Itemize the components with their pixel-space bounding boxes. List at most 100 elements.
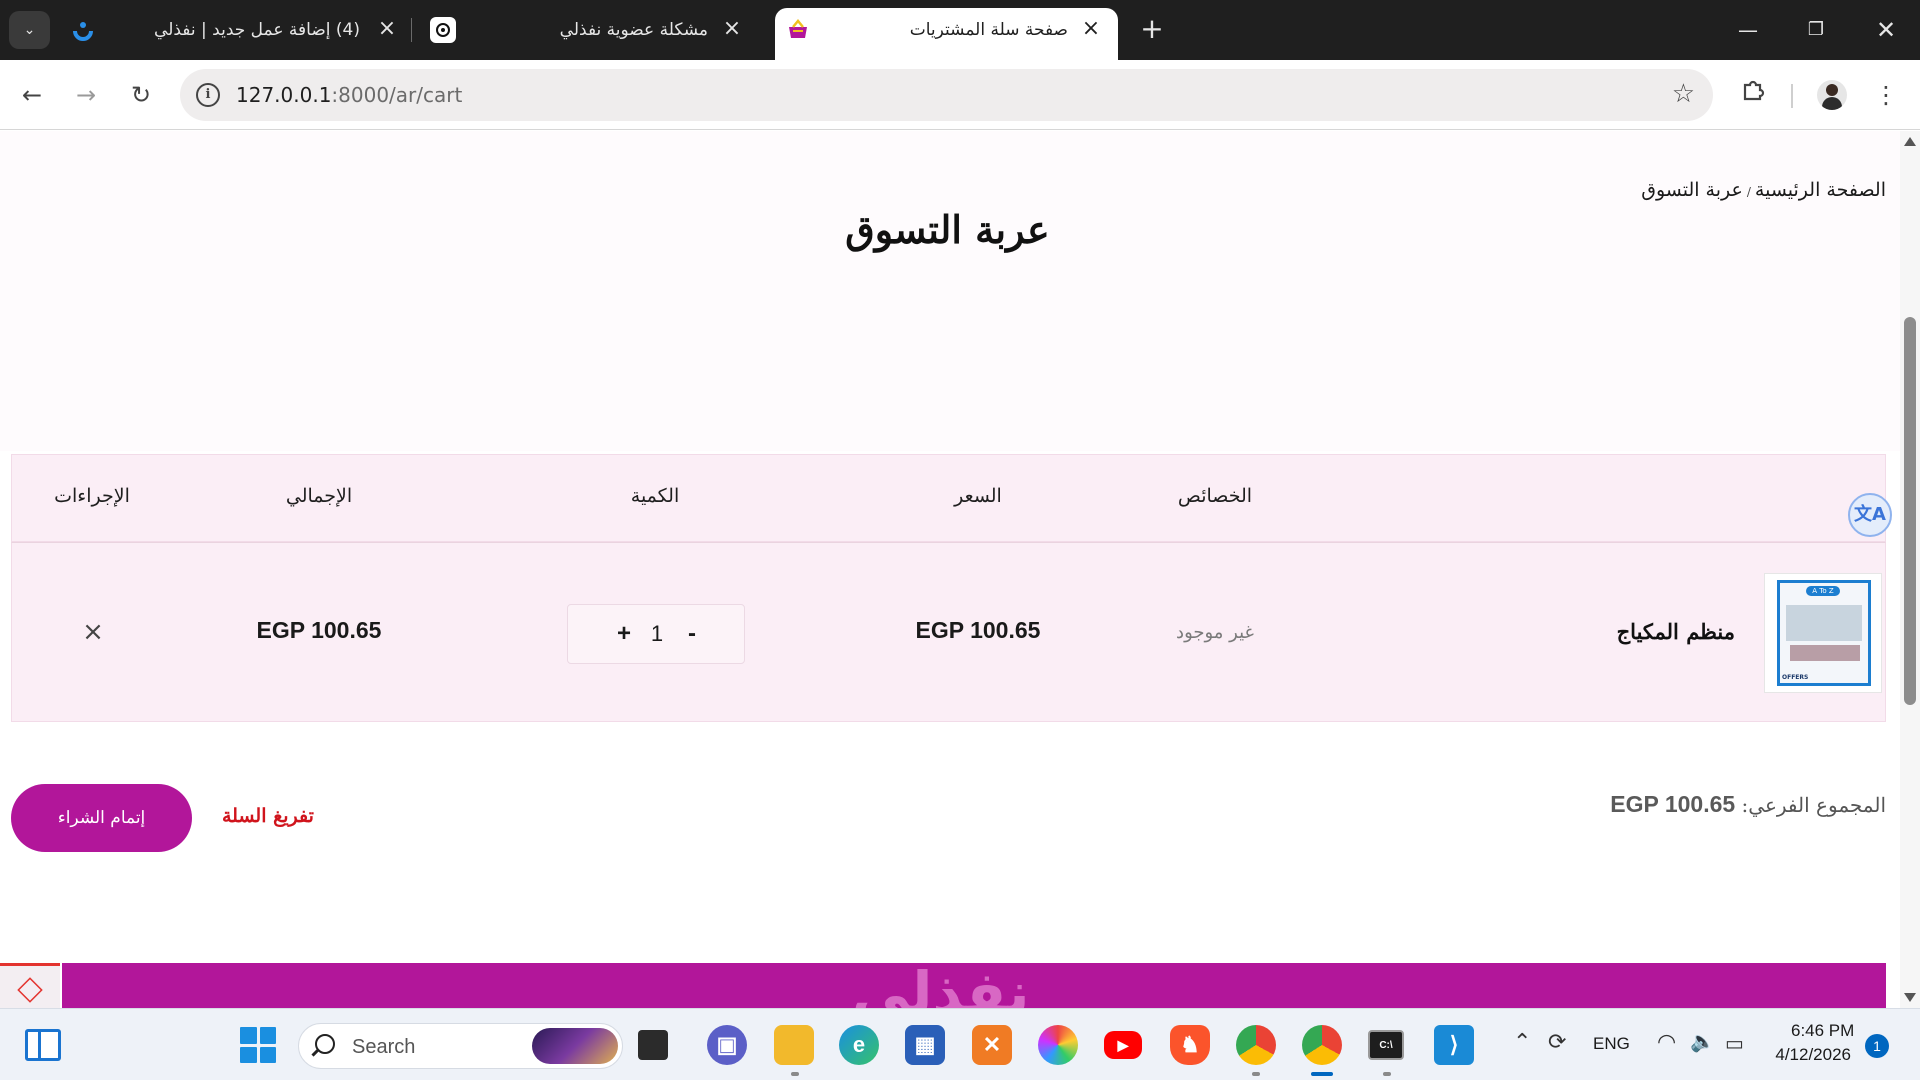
language-indicator[interactable]: ENG	[1593, 1034, 1630, 1054]
chevron-down-icon: ⌄	[23, 22, 36, 38]
taskbar-search[interactable]: Search	[298, 1023, 623, 1069]
image-offers-text: OFFERS	[1782, 674, 1809, 681]
running-indicator	[1252, 1072, 1260, 1076]
increase-quantity-button[interactable]: +	[610, 619, 638, 649]
xampp-icon[interactable]: ✕	[972, 1025, 1012, 1065]
browser-toolbar: ← → ↻ i 127.0.0.1:8000/ar/cart ☆ ⋮	[0, 60, 1920, 130]
reload-button[interactable]: ↻	[123, 77, 159, 113]
file-explorer-icon[interactable]	[774, 1025, 814, 1065]
battery-icon[interactable]: ▭	[1725, 1031, 1744, 1056]
close-window-button[interactable]: ✕	[1866, 12, 1906, 48]
tab-title: صفحة سلة المشتريات	[909, 20, 1068, 40]
scrollbar-thumb[interactable]	[1904, 317, 1916, 705]
remove-item-icon[interactable]: ×	[78, 617, 108, 647]
clear-cart-button[interactable]: تفريغ السلة	[222, 805, 314, 827]
sync-icon[interactable]: ⟳	[1548, 1029, 1566, 1055]
page-scrollbar[interactable]	[1900, 131, 1920, 1008]
translate-icon[interactable]: 文A	[1848, 493, 1892, 537]
minimize-button[interactable]: —	[1728, 12, 1768, 48]
header-price: السعر	[954, 485, 1002, 507]
ms-store-icon[interactable]: ▦	[905, 1025, 945, 1065]
profile-avatar[interactable]	[1817, 80, 1847, 110]
subtotal-label: المجموع الفرعي:	[1741, 793, 1886, 817]
tab-close-icon[interactable]: ×	[374, 16, 400, 41]
page-header: الصفحة الرئيسية/عربة التسوق عربة التسوق	[0, 131, 1900, 451]
new-tab-button[interactable]: +	[1137, 13, 1167, 47]
checkout-button[interactable]: إتمام الشراء	[11, 784, 192, 852]
decrease-quantity-button[interactable]: -	[678, 619, 706, 649]
show-hidden-icons-chevron-icon[interactable]: ⌃	[1513, 1029, 1531, 1055]
clock-date[interactable]: 4/12/2026	[1775, 1045, 1851, 1065]
brave-browser-icon[interactable]: ♞	[1170, 1025, 1210, 1065]
product-image[interactable]: A To Z OFFERS	[1764, 573, 1882, 693]
active-indicator	[1311, 1072, 1333, 1076]
menu-kebab-icon[interactable]: ⋮	[1868, 77, 1904, 113]
extensions-puzzle-icon[interactable]	[1735, 77, 1771, 113]
wifi-icon[interactable]: ◠	[1657, 1029, 1676, 1055]
breadcrumb-current: عربة التسوق	[1641, 179, 1743, 201]
product-attributes: غير موجود	[1176, 622, 1254, 643]
product-price: EGP 100.65	[915, 617, 1041, 643]
table-header-row: الخصائص السعر الكمية الإجمالي الإجراءات	[11, 454, 1886, 542]
nafzly-favicon-icon	[70, 17, 96, 43]
page-title: عربة التسوق	[845, 207, 1050, 252]
vscode-icon[interactable]: ⟩	[1434, 1025, 1474, 1065]
youtube-icon[interactable]: ▶	[1104, 1031, 1142, 1059]
toolbar-divider	[1791, 84, 1793, 108]
breadcrumb-separator: /	[1746, 185, 1751, 199]
teams-chat-icon[interactable]: ▣	[707, 1025, 747, 1065]
tab-divider	[411, 18, 412, 42]
tab-search-button[interactable]: ⌄	[9, 11, 50, 49]
tab-close-icon[interactable]: ×	[719, 16, 745, 41]
chrome-profile-icon[interactable]	[1236, 1025, 1276, 1065]
footer-brand-logo: نفذلي	[852, 963, 1030, 1008]
tab-title: (4) إضافة عمل جديد | نفذلي	[154, 20, 360, 40]
start-windows-icon[interactable]	[240, 1027, 276, 1063]
terminal-icon[interactable]: C:\	[1368, 1030, 1404, 1060]
quantity-value[interactable]: 1	[643, 619, 671, 649]
basket-favicon-icon	[785, 17, 811, 43]
product-name[interactable]: منظم المكياج	[1617, 619, 1735, 644]
url-text[interactable]: 127.0.0.1:8000/ar/cart	[236, 83, 462, 107]
cart-table: الخصائص السعر الكمية الإجمالي الإجراءات …	[11, 454, 1886, 854]
notification-badge[interactable]: 1	[1865, 1034, 1889, 1058]
header-quantity: الكمية	[630, 485, 680, 507]
running-indicator	[791, 1072, 799, 1076]
task-view-icon[interactable]	[638, 1030, 668, 1060]
chrome-browser-icon[interactable]	[1302, 1025, 1342, 1065]
breadcrumb: الصفحة الرئيسية /عربة التسوق	[1641, 179, 1886, 201]
edge-browser-icon[interactable]: e	[839, 1025, 879, 1065]
header-properties: الخصائص	[1177, 485, 1253, 507]
clock-time[interactable]: 6:46 PM	[1791, 1021, 1854, 1041]
windows-taskbar: Search ▣ e ▦ ✕ ▶ ♞ C:\ ⟩ ⌃ ⟳ ENG ◠ 🔈 ▭ 6…	[0, 1008, 1920, 1080]
search-icon	[315, 1034, 335, 1054]
header-actions: الإجراءات	[54, 485, 130, 507]
forward-button[interactable]: →	[68, 77, 104, 113]
scroll-up-arrow-icon[interactable]	[1904, 137, 1916, 146]
restore-button[interactable]: ❐	[1796, 12, 1836, 48]
tab-title: مشكلة عضوية نفذلي	[559, 20, 708, 40]
bookmark-star-icon[interactable]: ☆	[1672, 79, 1695, 109]
color-app-icon[interactable]	[1038, 1025, 1078, 1065]
tab-close-icon[interactable]: ×	[1078, 16, 1104, 41]
back-button[interactable]: ←	[14, 77, 50, 113]
tab-membership-issue[interactable]: مشكلة عضوية نفذلي ×	[420, 8, 760, 52]
footer-banner: نفذلي	[62, 963, 1886, 1008]
site-info-icon[interactable]: i	[196, 83, 220, 107]
browser-tab-strip: ⌄ (4) إضافة عمل جديد | نفذلي × مشكلة عضو…	[0, 0, 1920, 60]
laravel-debug-icon[interactable]	[0, 963, 60, 1008]
search-placeholder: Search	[352, 1036, 416, 1058]
scroll-down-arrow-icon[interactable]	[1904, 993, 1916, 1002]
url-path: :8000/ar/cart	[331, 83, 463, 107]
table-row: A To Z OFFERS منظم المكياج غير موجود EGP…	[11, 542, 1886, 722]
image-tag-text: A To Z	[1806, 586, 1840, 596]
breadcrumb-home-link[interactable]: الصفحة الرئيسية	[1755, 179, 1886, 201]
tab-add-new-work[interactable]: (4) إضافة عمل جديد | نفذلي ×	[60, 8, 410, 52]
header-total: الإجمالي	[285, 485, 353, 507]
quantity-stepper: + 1 -	[567, 604, 745, 664]
row-total: EGP 100.65	[256, 617, 382, 643]
tab-cart-page[interactable]: صفحة سلة المشتريات ×	[775, 8, 1118, 60]
address-bar[interactable]: i 127.0.0.1:8000/ar/cart ☆	[180, 69, 1713, 121]
volume-icon[interactable]: 🔈	[1690, 1029, 1715, 1054]
widgets-icon[interactable]	[25, 1029, 61, 1061]
